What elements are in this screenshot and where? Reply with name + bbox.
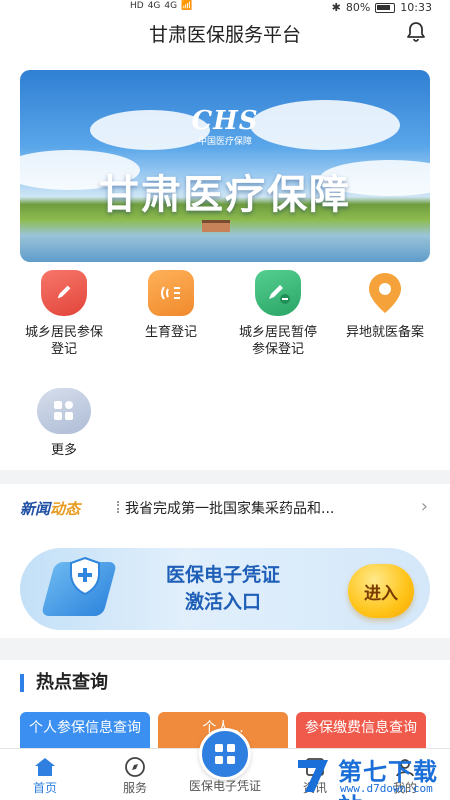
news-ticker[interactable]: 新闻动态 我省完成第一批国家集采药品和... › [0, 484, 450, 530]
service-label: 城乡居民暂停参保登记 [238, 325, 317, 357]
main-panel: CHS 中国医疗保障 甘肃医疗保障 城乡居民参保登记 生育登记 城乡居民暂停参保… [0, 58, 450, 470]
news-tag-b: 动态 [50, 500, 81, 518]
clock: 10:33 [400, 1, 432, 14]
voucher-line-1: 医保电子凭证 [166, 564, 281, 586]
network-4g-2: 4G [164, 1, 178, 11]
section-title: 热点查询 [20, 674, 108, 692]
voucher-title: 医保电子凭证 激活入口 [166, 562, 280, 616]
nav-services[interactable]: 服务 [90, 755, 180, 796]
bell-icon[interactable] [404, 20, 428, 44]
e-voucher-banner[interactable]: 医保电子凭证 激活入口 进入 [20, 548, 430, 630]
house-shape [202, 220, 230, 232]
hd-badge: HD [130, 1, 144, 11]
pen-shield-icon [41, 270, 87, 316]
service-label: 异地就医备案 [345, 325, 424, 340]
service-remote-medical[interactable]: 异地就医备案 [331, 270, 439, 341]
enter-button[interactable]: 进入 [348, 564, 414, 618]
shield-plus-icon [70, 556, 100, 596]
chevron-right-icon[interactable]: › [421, 496, 428, 517]
location-icon [362, 270, 408, 316]
news-tag: 新闻动态 [20, 498, 80, 519]
network-4g: 4G [147, 1, 161, 11]
voucher-line-2: 激活入口 [185, 591, 262, 613]
service-birth-register[interactable]: 生育登记 [117, 270, 225, 341]
watermark-logo [298, 760, 328, 792]
divider [117, 501, 119, 513]
status-bar: HD 4G 4G 📶 ✱ 80% 10:33 [0, 0, 450, 16]
battery-percent: 80% [345, 1, 371, 14]
nav-label: 服务 [122, 781, 147, 795]
service-label: 城乡居民参保登记 [24, 325, 103, 357]
app-header: 甘肃医保服务平台 [0, 16, 450, 58]
more-grid-icon [37, 388, 91, 434]
wifi-icon: 📶 [181, 1, 193, 11]
logo-mark: CHS [191, 106, 259, 136]
logo-subtitle: 中国医疗保障 [197, 137, 252, 147]
compass-icon [90, 755, 180, 779]
pen-minus-icon [255, 270, 301, 316]
banner-title: 甘肃医疗保障 [99, 172, 351, 218]
nav-home[interactable]: 首页 [0, 755, 90, 796]
service-resident-enroll[interactable]: 城乡居民参保登记 [10, 270, 118, 358]
nav-label: 首页 [32, 781, 57, 795]
page-title: 甘肃医保服务平台 [148, 24, 301, 46]
signal-indicators: HD 4G 4G 📶 [130, 1, 192, 11]
waves-icon [148, 270, 194, 316]
service-more[interactable]: 更多 [10, 388, 118, 459]
hero-banner[interactable]: CHS 中国医疗保障 甘肃医疗保障 [20, 70, 430, 262]
home-icon [0, 755, 90, 779]
news-tag-a: 新闻 [20, 500, 51, 518]
chs-logo: CHS 中国医疗保障 [20, 106, 430, 147]
qr-grid-icon[interactable] [199, 728, 251, 780]
news-headline[interactable]: 我省完成第一批国家集采药品和... [125, 498, 395, 518]
bluetooth-icon: ✱ [331, 1, 341, 14]
service-suspend-enroll[interactable]: 城乡居民暂停参保登记 [224, 270, 332, 358]
status-right: ✱ 80% 10:33 [332, 1, 432, 14]
site-watermark: 第七下载站 www.d7down.com [294, 752, 444, 800]
service-label: 生育登记 [144, 325, 197, 340]
watermark-url: www.d7down.com [340, 782, 433, 795]
battery-icon [375, 2, 396, 13]
service-label: 更多 [50, 443, 77, 458]
